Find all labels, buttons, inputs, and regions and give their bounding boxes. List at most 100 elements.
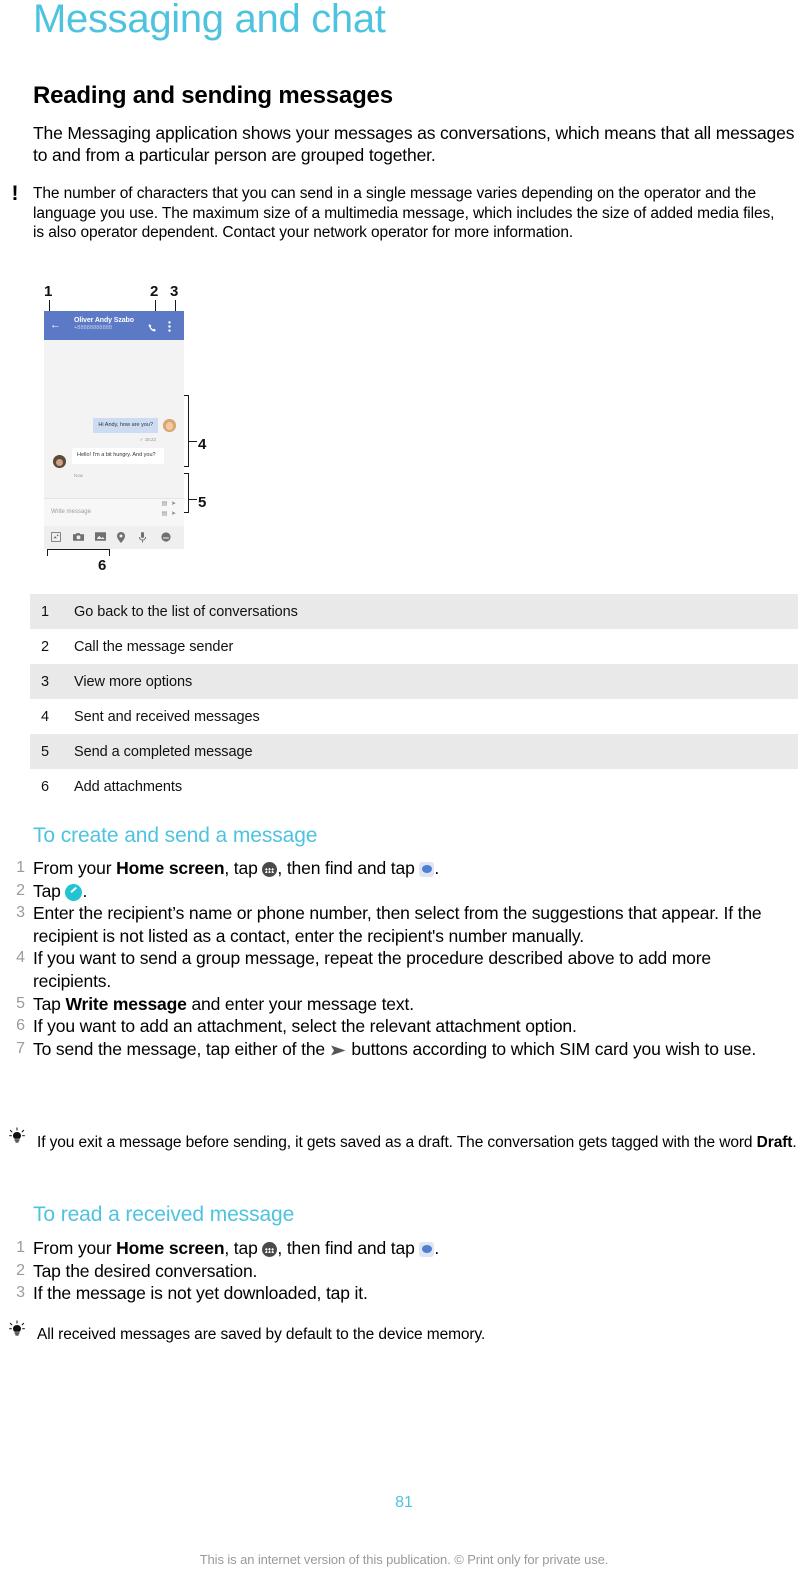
step-number: 7 [16, 1039, 25, 1057]
phone-illustration: 1 2 3 4 5 6 ← Oliver Andy Szabo +8888888… [40, 283, 260, 574]
app-drawer-icon [262, 1242, 278, 1257]
leader-line-5 [188, 499, 197, 500]
leader-bracket-4 [188, 395, 189, 467]
legend-description: Go back to the list of conversations [74, 603, 298, 620]
step-prefix: Tap [33, 880, 66, 901]
phone-screen-mock: ← Oliver Andy Szabo +88888888888 Hi Andy… [44, 311, 184, 549]
tip-suffix: . [792, 1134, 797, 1151]
tip-prefix: If you exit a message before sending, it… [37, 1134, 757, 1151]
step-text: If you want to add an attachment, select… [33, 1016, 577, 1037]
list-item: 2 Tap . [0, 880, 808, 903]
compose-bar: Write message ▤ ➤ ▤ ➤ [44, 498, 184, 527]
step-suffix: . [434, 858, 440, 878]
list-item: 5 Tap Write message and enter your messa… [0, 993, 808, 1016]
legend-description: Add attachments [74, 778, 183, 795]
step-suffix: . [434, 1238, 440, 1258]
table-row: 2 Call the message sender [30, 629, 798, 664]
step-prefix: From your [33, 858, 117, 878]
received-message-bubble: Hello! I'm a bit hungry. And you? [72, 448, 164, 464]
write-message-label: Write message [65, 993, 187, 1014]
legend-number: 4 [41, 708, 50, 725]
step-text: Tap . [33, 880, 785, 903]
table-row: 5 Send a completed message [30, 734, 798, 769]
list-item: 1 From your Home screen, tap , then find… [0, 1237, 808, 1260]
contact-number: +88888888888 [74, 325, 113, 331]
step-text: From your Home screen, tap , then find a… [33, 1237, 785, 1260]
leader-bracket-5 [188, 473, 189, 513]
microphone-icon[interactable] [139, 532, 150, 543]
create-message-steps: 1 From your Home screen, tap , then find… [0, 857, 808, 1060]
step-prefix: From your [33, 1238, 117, 1258]
avatar [53, 455, 66, 468]
draft-label: Draft [756, 1134, 793, 1151]
step-text: Tap Write message and enter your message… [33, 993, 785, 1016]
step-suffix: buttons according to which SIM card you … [346, 1038, 757, 1059]
legend-description: Call the message sender [74, 638, 234, 655]
list-item: 2 Tap the desired conversation. [0, 1260, 808, 1283]
legend-description: Sent and received messages [74, 708, 260, 725]
list-item: 3 Enter the recipient’s name or phone nu… [0, 902, 808, 947]
emoji-icon[interactable] [161, 532, 172, 543]
conversation-area: Hi Andy, how are you? ✓ 18:22 Hello! I'm… [44, 340, 184, 498]
step-number: 2 [16, 881, 25, 899]
table-row: 3 View more options [30, 664, 798, 699]
section-heading: Reading and sending messages [33, 82, 393, 109]
figure-legend-table: 1 Go back to the list of conversations 2… [30, 594, 798, 804]
table-row: 1 Go back to the list of conversations [30, 594, 798, 629]
memory-tip: All received messages are saved by defau… [37, 1326, 486, 1343]
sent-message-meta: ✓ 18:22 [139, 437, 156, 442]
contact-name: Oliver Andy Szabo [74, 317, 134, 324]
step-number: 3 [16, 904, 25, 922]
document-page: Messaging and chat Reading and sending m… [0, 0, 808, 1587]
callout-1: 1 [44, 283, 53, 300]
photo-icon[interactable] [95, 532, 106, 543]
legend-number: 3 [41, 673, 50, 690]
step-text: From your Home screen, tap , then find a… [33, 857, 785, 880]
step-text: If the message is not yet downloaded, ta… [33, 1283, 368, 1304]
legend-number: 5 [41, 743, 50, 760]
step-suffix: . [82, 880, 88, 901]
footer-note: This is an internet version of this publ… [199, 1552, 609, 1567]
page-title: Messaging and chat [33, 0, 386, 41]
lightbulb-icon [4, 1127, 30, 1152]
send-sim1-button[interactable]: ▤ ➤ [162, 500, 177, 507]
camera-icon[interactable] [73, 532, 84, 543]
callout-5: 5 [198, 494, 207, 511]
step-text: If you want to send a group message, rep… [33, 948, 711, 991]
step-prefix: To send the message, tap either of the [33, 1038, 330, 1059]
leader-bracket-6-right [109, 549, 110, 556]
sticker-icon[interactable] [51, 532, 62, 543]
compose-icon [65, 883, 83, 901]
legend-number: 2 [41, 638, 50, 655]
legend-description: Send a completed message [74, 743, 253, 760]
received-message-meta: Now [74, 473, 84, 478]
list-item: 7 To send the message, tap either of the… [0, 1038, 808, 1061]
list-item: 4 If you want to send a group message, r… [0, 947, 808, 992]
step-mid2: , then find and tap [277, 1238, 420, 1258]
sent-message-bubble: Hi Andy, how are you? [93, 418, 158, 433]
more-options-icon[interactable] [168, 319, 171, 337]
call-icon[interactable] [148, 319, 157, 337]
home-screen-label: Home screen [116, 1238, 225, 1258]
legend-description: View more options [74, 673, 193, 690]
step-mid: , tap [224, 1238, 263, 1258]
back-arrow-icon[interactable]: ← [50, 320, 61, 331]
step-number: 2 [16, 1261, 25, 1279]
intro-paragraph: The Messaging application shows your mes… [33, 123, 795, 165]
list-item: 3 If the message is not yet downloaded, … [0, 1282, 808, 1305]
home-screen-label: Home screen [116, 858, 225, 878]
leader-bracket-6-top [47, 549, 110, 550]
leader-line-4 [188, 441, 197, 442]
page-number: 81 [395, 1494, 413, 1511]
phone-app-bar: ← Oliver Andy Szabo +88888888888 [44, 311, 184, 340]
step-number: 1 [16, 859, 25, 876]
step-number: 1 [16, 1239, 25, 1256]
callout-6: 6 [98, 557, 107, 574]
send-sim2-button[interactable]: ▤ ➤ [162, 510, 177, 517]
location-icon[interactable] [117, 532, 128, 543]
step-number: 5 [16, 994, 25, 1012]
write-message-field[interactable]: Write message [51, 509, 91, 515]
callout-4: 4 [198, 436, 207, 453]
step-number: 4 [16, 949, 25, 967]
messaging-icon [419, 862, 435, 877]
